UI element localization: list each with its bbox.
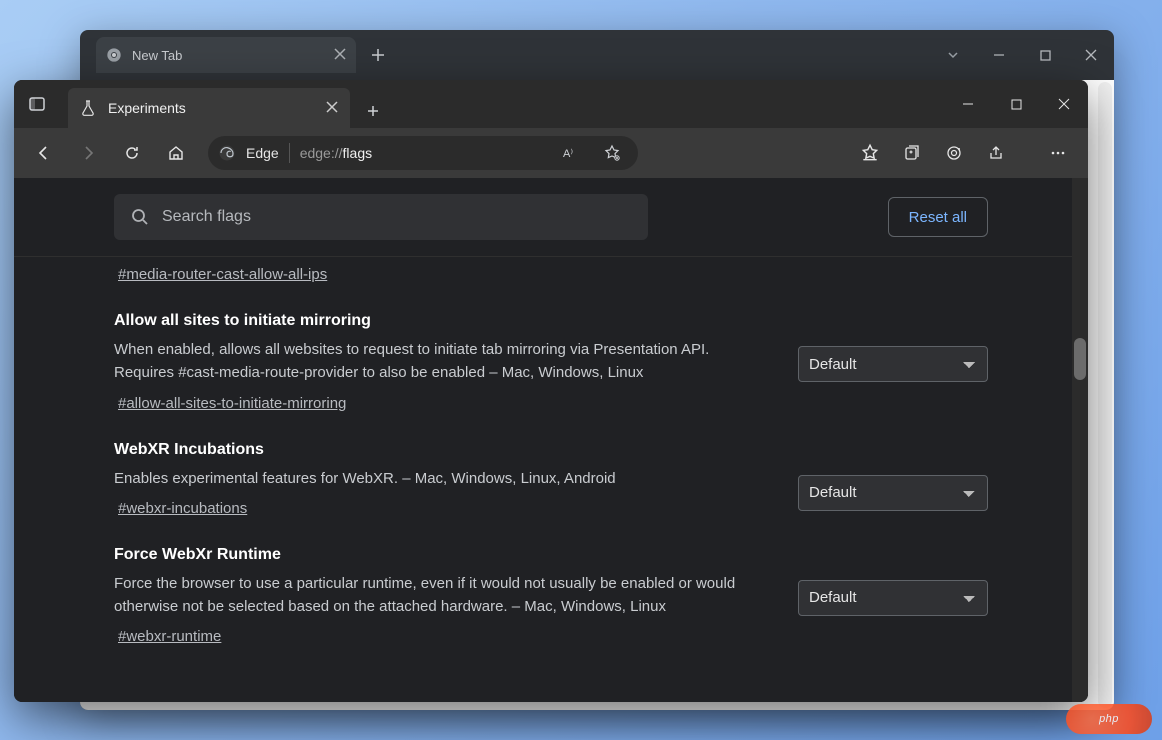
web-capture-button[interactable] xyxy=(934,135,974,171)
read-aloud-button[interactable]: A⁾ xyxy=(550,135,590,171)
tab-experiments[interactable]: Experiments xyxy=(68,88,350,128)
add-favorite-button[interactable] xyxy=(592,135,632,171)
flags-list: #media-router-cast-allow-all-ips Allow al… xyxy=(14,256,1072,702)
bg-window-controls xyxy=(930,35,1114,75)
search-icon xyxy=(130,207,150,227)
flag-anchor-link[interactable]: #media-router-cast-allow-all-ips xyxy=(114,266,327,283)
bg-maximize-button[interactable] xyxy=(1022,35,1068,75)
search-input[interactable] xyxy=(162,208,632,226)
address-separator xyxy=(289,143,290,163)
flags-header: Reset all xyxy=(14,178,1072,256)
bg-tab-new[interactable]: New Tab xyxy=(96,37,356,73)
flag-select[interactable]: DefaultEnabledDisabled xyxy=(798,475,988,511)
flag-title: Force WebXr Runtime xyxy=(114,546,768,564)
flag-item: #media-router-cast-allow-all-ips xyxy=(114,256,988,292)
watermark-badge: php xyxy=(1066,704,1152,734)
back-button[interactable] xyxy=(24,135,64,171)
flag-description: Enables experimental features for WebXR.… xyxy=(114,467,768,490)
flag-item: Allow all sites to initiate mirroring Whe… xyxy=(114,292,988,421)
flag-text: Allow all sites to initiate mirroring Whe… xyxy=(114,312,768,413)
flag-text: WebXR Incubations Enables experimental fe… xyxy=(114,441,768,518)
flag-description: Force the browser to use a particular ru… xyxy=(114,572,768,619)
chrome-icon xyxy=(106,47,122,63)
home-button[interactable] xyxy=(156,135,196,171)
address-brand: Edge xyxy=(246,145,279,161)
new-tab-button[interactable] xyxy=(356,94,390,128)
refresh-button[interactable] xyxy=(112,135,152,171)
flag-select-wrap: DefaultEnabledDisabled xyxy=(798,441,988,518)
scrollbar-thumb[interactable] xyxy=(1074,338,1086,380)
flag-item: WebXR Incubations Enables experimental fe… xyxy=(114,421,988,526)
settings-more-button[interactable] xyxy=(1038,135,1078,171)
flag-select[interactable]: DefaultEnabledDisabled xyxy=(798,580,988,616)
bg-minimize-button[interactable] xyxy=(976,35,1022,75)
close-button[interactable] xyxy=(1040,80,1088,128)
flag-description: When enabled, allows all websites to req… xyxy=(114,338,768,385)
address-bar[interactable]: Edge edge://flags A⁾ xyxy=(208,136,638,170)
flag-title: Allow all sites to initiate mirroring xyxy=(114,312,768,330)
flag-item: Force WebXr Runtime Force the browser to … xyxy=(114,526,988,655)
tab-actions-button[interactable] xyxy=(14,80,60,128)
flag-anchor-link[interactable]: #webxr-runtime xyxy=(114,628,221,645)
minimize-button[interactable] xyxy=(944,80,992,128)
close-icon[interactable] xyxy=(334,48,346,63)
reset-all-button[interactable]: Reset all xyxy=(888,197,988,237)
forward-button xyxy=(68,135,108,171)
tab-well: Experiments xyxy=(60,80,390,128)
flag-select-wrap: DefaultEnabledDisabled xyxy=(798,312,988,413)
flag-anchor-link[interactable]: #allow-all-sites-to-initiate-mirroring xyxy=(114,395,346,412)
bg-dropdown-icon[interactable] xyxy=(930,35,976,75)
flag-text: #media-router-cast-allow-all-ips xyxy=(114,256,988,284)
bg-scrollbar[interactable] xyxy=(1098,82,1112,708)
flag-select[interactable]: DefaultEnabledDisabled xyxy=(798,346,988,382)
search-flags-box[interactable] xyxy=(114,194,648,240)
flask-icon xyxy=(80,100,96,116)
share-button[interactable] xyxy=(976,135,1016,171)
maximize-button[interactable] xyxy=(992,80,1040,128)
close-icon[interactable] xyxy=(326,100,338,116)
toolbar: Edge edge://flags A⁾ xyxy=(14,128,1088,178)
flag-text: Force WebXr Runtime Force the browser to … xyxy=(114,546,768,647)
flag-select-wrap: DefaultEnabledDisabled xyxy=(798,546,988,647)
bg-tab-title: New Tab xyxy=(132,48,182,63)
collections-button[interactable] xyxy=(892,135,932,171)
bg-titlebar: New Tab xyxy=(80,30,1114,80)
edge-window: Experiments Edge edge://flags xyxy=(14,80,1088,702)
bg-close-button[interactable] xyxy=(1068,35,1114,75)
window-controls xyxy=(944,80,1088,128)
address-url: edge://flags xyxy=(300,145,372,161)
page-content: Reset all #media-router-cast-allow-all-i… xyxy=(14,178,1088,702)
favorites-button[interactable] xyxy=(850,135,890,171)
flag-anchor-link[interactable]: #webxr-incubations xyxy=(114,500,247,517)
bg-new-tab-button[interactable] xyxy=(364,41,392,69)
content-scrollbar[interactable] xyxy=(1072,178,1088,702)
edge-titlebar: Experiments xyxy=(14,80,1088,128)
svg-text:A⁾: A⁾ xyxy=(563,148,573,160)
edge-logo-icon xyxy=(218,144,236,162)
flag-title: WebXR Incubations xyxy=(114,441,768,459)
tab-title: Experiments xyxy=(108,100,186,116)
